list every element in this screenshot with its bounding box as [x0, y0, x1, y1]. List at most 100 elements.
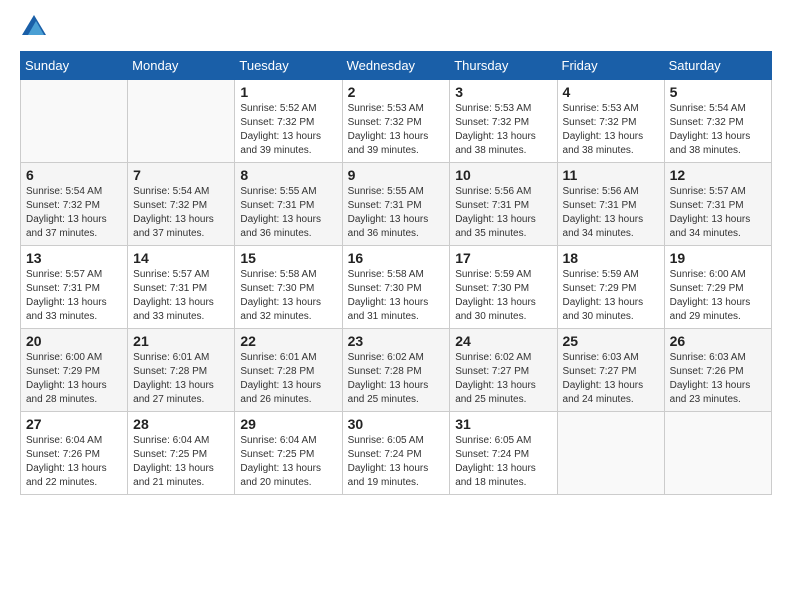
calendar-cell: 28 Sunrise: 6:04 AM Sunset: 7:25 PM Dayli…	[128, 412, 235, 495]
calendar-cell: 20 Sunrise: 6:00 AM Sunset: 7:29 PM Dayli…	[21, 329, 128, 412]
weekday-header-wednesday: Wednesday	[342, 52, 450, 80]
calendar-cell: 30Sunrise: 6:05 AM Sunset: 7:24 PM Dayli…	[342, 412, 450, 495]
calendar-cell: 6Sunrise: 5:54 AM Sunset: 7:32 PM Daylig…	[21, 163, 128, 246]
day-number: 20	[26, 333, 122, 349]
day-detail: Sunrise: 5:54 AM Sunset: 7:32 PM Dayligh…	[133, 185, 229, 241]
calendar-cell: 3 Sunrise: 5:53 AM Sunset: 7:32 PM Daylig…	[450, 80, 557, 163]
day-number: 16	[348, 250, 445, 266]
weekday-header-saturday: Saturday	[664, 52, 771, 80]
calendar-cell: 2 Sunrise: 5:53 AM Sunset: 7:32 PM Daylig…	[342, 80, 450, 163]
calendar-week-row: 13 Sunrise: 5:57 AM Sunset: 7:31 PM Dayli…	[21, 246, 772, 329]
day-number: 15	[240, 250, 336, 266]
weekday-header-monday: Monday	[128, 52, 235, 80]
day-number: 2	[348, 84, 445, 100]
day-detail: Sunrise: 5:53 AM Sunset: 7:32 PM Dayligh…	[348, 102, 445, 158]
calendar-cell: 7 Sunrise: 5:54 AM Sunset: 7:32 PM Daylig…	[128, 163, 235, 246]
calendar-cell: 24 Sunrise: 6:02 AM Sunset: 7:27 PM Dayli…	[450, 329, 557, 412]
day-detail: Sunrise: 5:53 AM Sunset: 7:32 PM Dayligh…	[563, 102, 659, 158]
calendar-cell: 27 Sunrise: 6:04 AM Sunset: 7:26 PM Dayli…	[21, 412, 128, 495]
day-detail: Sunrise: 5:53 AM Sunset: 7:32 PM Dayligh…	[455, 102, 551, 158]
calendar-week-row: 6Sunrise: 5:54 AM Sunset: 7:32 PM Daylig…	[21, 163, 772, 246]
day-detail: Sunrise: 5:54 AM Sunset: 7:32 PM Dayligh…	[670, 102, 766, 158]
calendar-week-row: 1 Sunrise: 5:52 AM Sunset: 7:32 PM Daylig…	[21, 80, 772, 163]
day-number: 5	[670, 84, 766, 100]
calendar-week-row: 20 Sunrise: 6:00 AM Sunset: 7:29 PM Dayli…	[21, 329, 772, 412]
day-detail: Sunrise: 6:02 AM Sunset: 7:27 PM Dayligh…	[455, 351, 551, 407]
logo-text	[20, 15, 46, 41]
day-detail: Sunrise: 5:57 AM Sunset: 7:31 PM Dayligh…	[670, 185, 766, 241]
calendar-cell: 17 Sunrise: 5:59 AM Sunset: 7:30 PM Dayli…	[450, 246, 557, 329]
day-number: 22	[240, 333, 336, 349]
day-number: 11	[563, 167, 659, 183]
day-detail: Sunrise: 6:04 AM Sunset: 7:26 PM Dayligh…	[26, 434, 122, 490]
day-detail: Sunrise: 6:00 AM Sunset: 7:29 PM Dayligh…	[26, 351, 122, 407]
day-number: 9	[348, 167, 445, 183]
calendar-cell: 19 Sunrise: 6:00 AM Sunset: 7:29 PM Dayli…	[664, 246, 771, 329]
day-number: 1	[240, 84, 336, 100]
day-number: 13	[26, 250, 122, 266]
day-detail: Sunrise: 5:57 AM Sunset: 7:31 PM Dayligh…	[26, 268, 122, 324]
day-number: 10	[455, 167, 551, 183]
calendar-cell: 12 Sunrise: 5:57 AM Sunset: 7:31 PM Dayli…	[664, 163, 771, 246]
calendar-week-row: 27 Sunrise: 6:04 AM Sunset: 7:26 PM Dayli…	[21, 412, 772, 495]
calendar-cell: 31Sunrise: 6:05 AM Sunset: 7:24 PM Dayli…	[450, 412, 557, 495]
day-number: 4	[563, 84, 659, 100]
day-number: 17	[455, 250, 551, 266]
day-number: 29	[240, 416, 336, 432]
day-detail: Sunrise: 5:57 AM Sunset: 7:31 PM Dayligh…	[133, 268, 229, 324]
calendar-cell: 22 Sunrise: 6:01 AM Sunset: 7:28 PM Dayli…	[235, 329, 342, 412]
weekday-header-friday: Friday	[557, 52, 664, 80]
day-number: 21	[133, 333, 229, 349]
day-number: 7	[133, 167, 229, 183]
calendar-cell: 9Sunrise: 5:55 AM Sunset: 7:31 PM Daylig…	[342, 163, 450, 246]
day-detail: Sunrise: 6:03 AM Sunset: 7:26 PM Dayligh…	[670, 351, 766, 407]
day-detail: Sunrise: 5:59 AM Sunset: 7:30 PM Dayligh…	[455, 268, 551, 324]
day-detail: Sunrise: 6:00 AM Sunset: 7:29 PM Dayligh…	[670, 268, 766, 324]
calendar-cell	[128, 80, 235, 163]
calendar-cell	[664, 412, 771, 495]
day-number: 24	[455, 333, 551, 349]
day-number: 27	[26, 416, 122, 432]
calendar-cell: 10Sunrise: 5:56 AM Sunset: 7:31 PM Dayli…	[450, 163, 557, 246]
day-number: 23	[348, 333, 445, 349]
logo-icon	[22, 15, 46, 35]
calendar-cell: 1 Sunrise: 5:52 AM Sunset: 7:32 PM Daylig…	[235, 80, 342, 163]
day-detail: Sunrise: 5:55 AM Sunset: 7:31 PM Dayligh…	[240, 185, 336, 241]
day-detail: Sunrise: 5:58 AM Sunset: 7:30 PM Dayligh…	[348, 268, 445, 324]
day-number: 14	[133, 250, 229, 266]
day-detail: Sunrise: 6:03 AM Sunset: 7:27 PM Dayligh…	[563, 351, 659, 407]
day-detail: Sunrise: 5:59 AM Sunset: 7:29 PM Dayligh…	[563, 268, 659, 324]
header	[20, 15, 772, 41]
day-number: 19	[670, 250, 766, 266]
weekday-header-row: SundayMondayTuesdayWednesdayThursdayFrid…	[21, 52, 772, 80]
day-detail: Sunrise: 6:02 AM Sunset: 7:28 PM Dayligh…	[348, 351, 445, 407]
calendar-cell: 8 Sunrise: 5:55 AM Sunset: 7:31 PM Daylig…	[235, 163, 342, 246]
day-detail: Sunrise: 6:01 AM Sunset: 7:28 PM Dayligh…	[240, 351, 336, 407]
day-detail: Sunrise: 6:05 AM Sunset: 7:24 PM Dayligh…	[455, 434, 551, 490]
day-detail: Sunrise: 6:05 AM Sunset: 7:24 PM Dayligh…	[348, 434, 445, 490]
calendar-cell: 25Sunrise: 6:03 AM Sunset: 7:27 PM Dayli…	[557, 329, 664, 412]
day-detail: Sunrise: 5:56 AM Sunset: 7:31 PM Dayligh…	[563, 185, 659, 241]
day-number: 8	[240, 167, 336, 183]
day-number: 3	[455, 84, 551, 100]
calendar-cell: 21Sunrise: 6:01 AM Sunset: 7:28 PM Dayli…	[128, 329, 235, 412]
weekday-header-sunday: Sunday	[21, 52, 128, 80]
weekday-header-tuesday: Tuesday	[235, 52, 342, 80]
day-detail: Sunrise: 5:52 AM Sunset: 7:32 PM Dayligh…	[240, 102, 336, 158]
calendar-table: SundayMondayTuesdayWednesdayThursdayFrid…	[20, 51, 772, 495]
logo	[20, 15, 46, 41]
day-detail: Sunrise: 6:04 AM Sunset: 7:25 PM Dayligh…	[240, 434, 336, 490]
calendar-cell: 18Sunrise: 5:59 AM Sunset: 7:29 PM Dayli…	[557, 246, 664, 329]
day-detail: Sunrise: 5:54 AM Sunset: 7:32 PM Dayligh…	[26, 185, 122, 241]
day-number: 28	[133, 416, 229, 432]
calendar-cell: 13 Sunrise: 5:57 AM Sunset: 7:31 PM Dayli…	[21, 246, 128, 329]
day-number: 12	[670, 167, 766, 183]
calendar-cell: 15 Sunrise: 5:58 AM Sunset: 7:30 PM Dayli…	[235, 246, 342, 329]
calendar-cell: 11 Sunrise: 5:56 AM Sunset: 7:31 PM Dayli…	[557, 163, 664, 246]
calendar-cell	[557, 412, 664, 495]
calendar-cell: 14 Sunrise: 5:57 AM Sunset: 7:31 PM Dayli…	[128, 246, 235, 329]
day-detail: Sunrise: 6:04 AM Sunset: 7:25 PM Dayligh…	[133, 434, 229, 490]
calendar-cell: 16 Sunrise: 5:58 AM Sunset: 7:30 PM Dayli…	[342, 246, 450, 329]
calendar-cell	[21, 80, 128, 163]
day-detail: Sunrise: 5:58 AM Sunset: 7:30 PM Dayligh…	[240, 268, 336, 324]
